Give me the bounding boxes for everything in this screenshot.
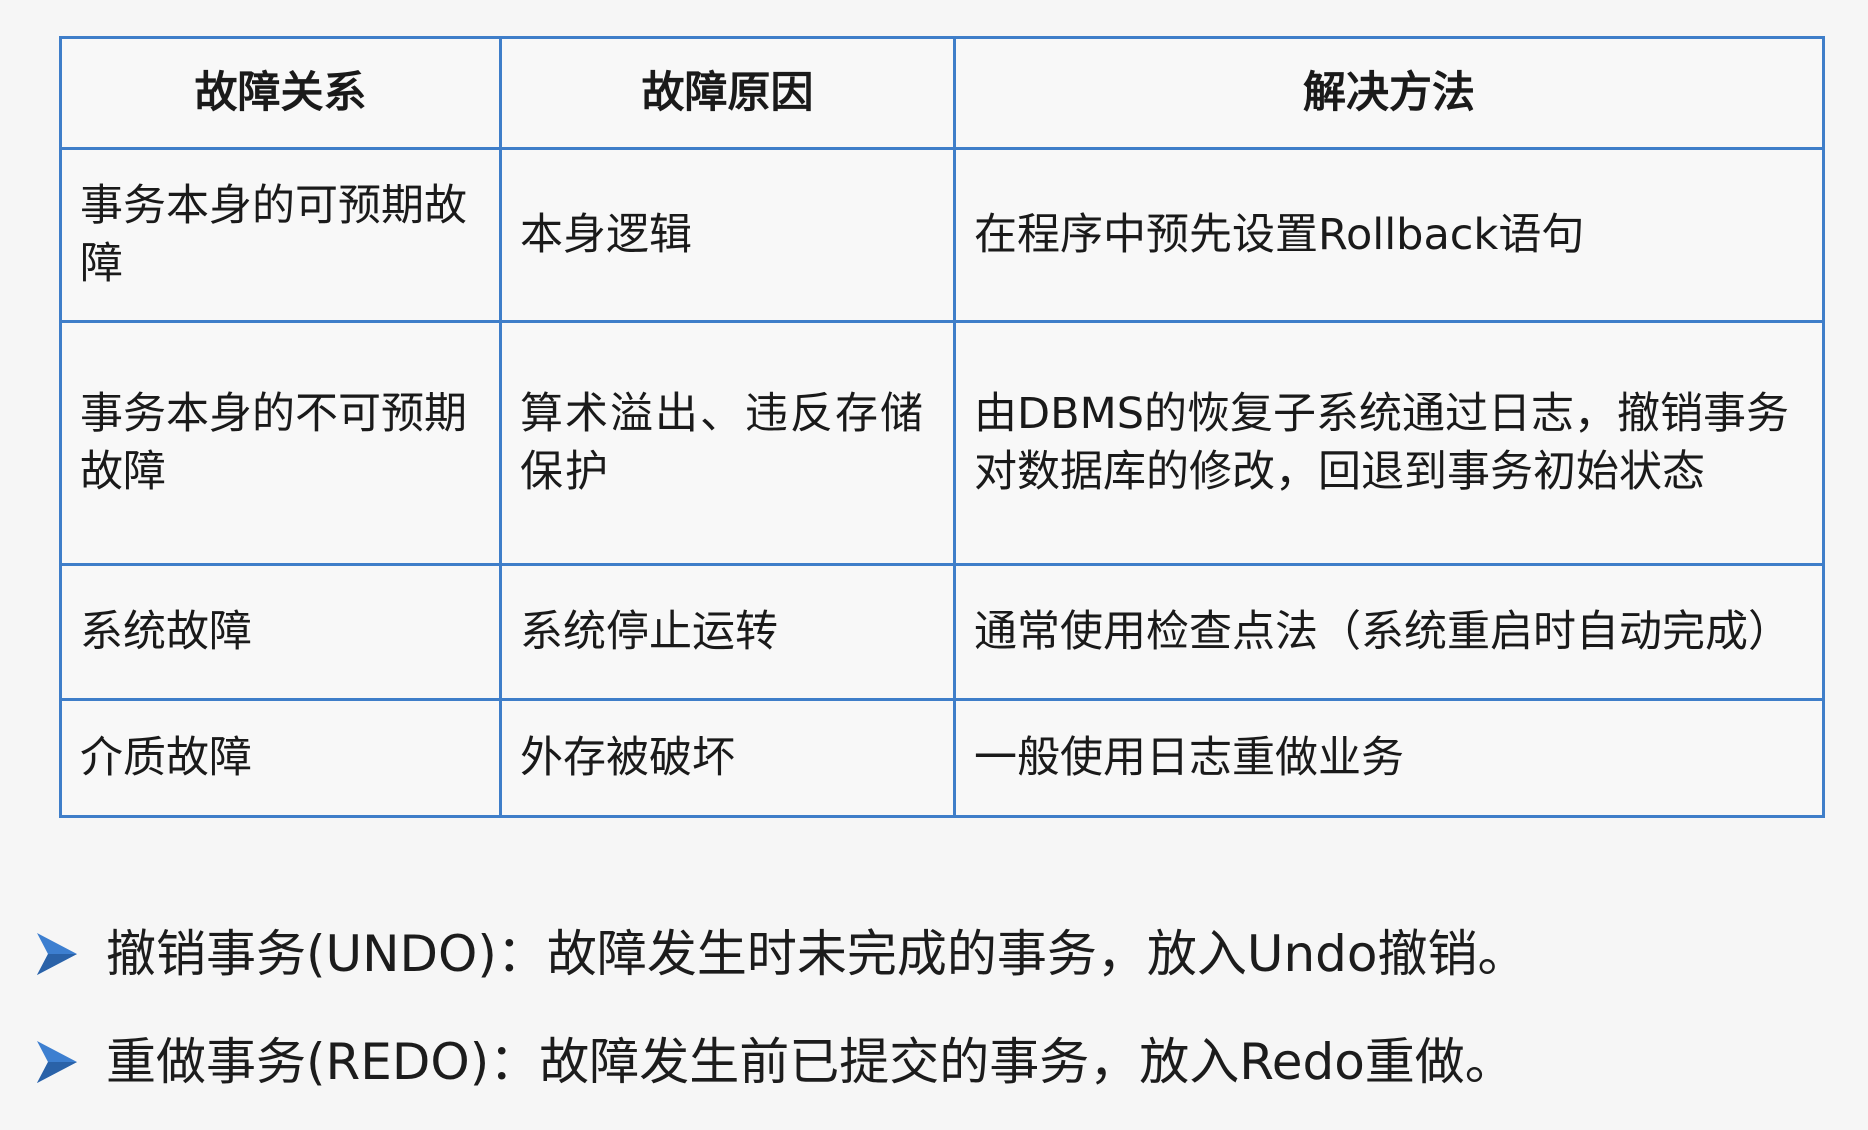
- header-fault-cause: 故障原因: [499, 36, 956, 150]
- table-row: 系统故障 系统停止运转 通常使用检查点法（系统重启时自动完成）: [59, 563, 1825, 701]
- table-row: 事务本身的可预期故障 本身逻辑 在程序中预先设置Rollback语句: [59, 147, 1825, 323]
- bullet-undo: 撤销事务(UNDO)：故障发生时未完成的事务，放入Undo撤销。: [34, 900, 1834, 1008]
- table-header-row: 故障关系 故障原因 解决方法: [59, 36, 1825, 150]
- cell-solution: 由DBMS的恢复子系统通过日志，撤销事务对数据库的修改，回退到事务初始状态: [953, 320, 1825, 566]
- fault-recovery-table: 故障关系 故障原因 解决方法 事务本身的可预期故障 本身逻辑 在程序中预先设置R…: [59, 36, 1825, 818]
- table-row: 介质故障 外存被破坏 一般使用日志重做业务: [59, 698, 1825, 818]
- cell-fault-relation: 事务本身的可预期故障: [59, 147, 502, 323]
- arrow-bullet-icon: [37, 1041, 77, 1083]
- header-fault-relation: 故障关系: [59, 36, 502, 150]
- cell-fault-relation: 介质故障: [59, 698, 502, 818]
- cell-fault-cause: 算术溢出、违反存储保护: [499, 320, 956, 566]
- cell-fault-cause: 外存被破坏: [499, 698, 956, 818]
- cell-fault-cause: 系统停止运转: [499, 563, 956, 701]
- bullet-text: 重做事务(REDO)：故障发生前已提交的事务，放入Redo重做。: [106, 1033, 1515, 1091]
- bullet-redo: 重做事务(REDO)：故障发生前已提交的事务，放入Redo重做。: [34, 1008, 1834, 1116]
- bullet-text: 撤销事务(UNDO)：故障发生时未完成的事务，放入Undo撤销。: [106, 925, 1528, 983]
- cell-fault-cause: 本身逻辑: [499, 147, 956, 323]
- table-row: 事务本身的不可预期故障 算术溢出、违反存储保护 由DBMS的恢复子系统通过日志，…: [59, 320, 1825, 566]
- arrow-bullet-icon: [37, 933, 77, 975]
- cell-fault-relation: 系统故障: [59, 563, 502, 701]
- cell-solution: 通常使用检查点法（系统重启时自动完成）: [953, 563, 1825, 701]
- cell-fault-relation: 事务本身的不可预期故障: [59, 320, 502, 566]
- cell-solution: 一般使用日志重做业务: [953, 698, 1825, 818]
- cell-solution: 在程序中预先设置Rollback语句: [953, 147, 1825, 323]
- bullet-list: 撤销事务(UNDO)：故障发生时未完成的事务，放入Undo撤销。 重做事务(RE…: [34, 900, 1834, 1116]
- slide: 故障关系 故障原因 解决方法 事务本身的可预期故障 本身逻辑 在程序中预先设置R…: [0, 0, 1868, 1130]
- header-solution: 解决方法: [953, 36, 1825, 150]
